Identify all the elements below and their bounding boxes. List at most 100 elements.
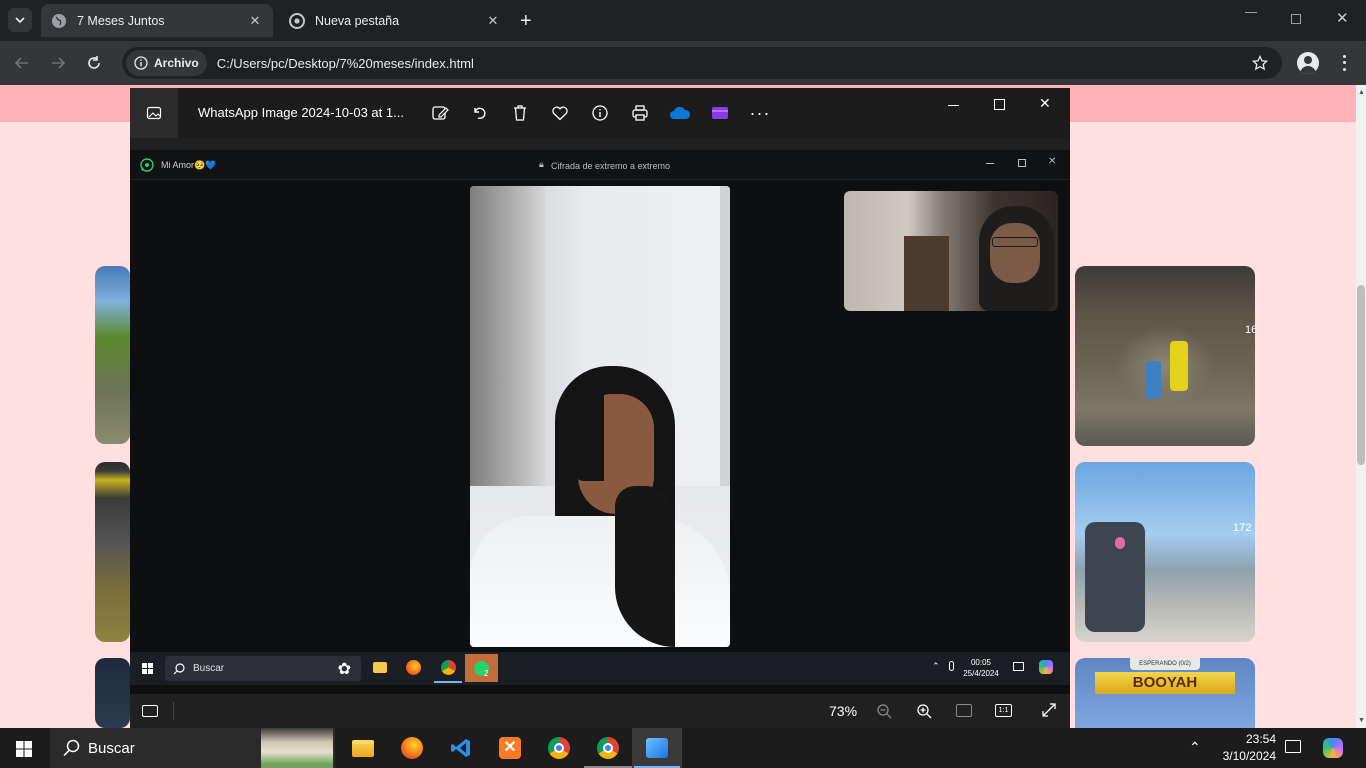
site-info-label: Archivo [154, 56, 199, 70]
ammo-count: 164 [1245, 324, 1255, 336]
taskbar-time: 23:54 [1245, 732, 1276, 746]
info-icon [134, 56, 148, 70]
url-text: C:/Users/pc/Desktop/7%20meses/index.html [216, 55, 474, 71]
zoom-in-icon[interactable] [916, 703, 932, 719]
rotate-icon[interactable] [468, 101, 492, 125]
file-explorer-icon[interactable] [343, 732, 383, 764]
inner-folder-icon [373, 662, 387, 673]
image-icon [146, 106, 162, 120]
zoom-out-icon[interactable] [876, 703, 892, 719]
delete-icon[interactable] [508, 101, 532, 125]
edit-image-icon[interactable] [428, 101, 452, 125]
more-options-icon[interactable]: ··· [748, 101, 772, 125]
photo-left-3[interactable] [95, 658, 130, 728]
viewer-maximize-button[interactable] [994, 99, 1005, 110]
chrome-icon-2[interactable] [588, 732, 628, 764]
wa-restore [1018, 159, 1026, 167]
reload-button[interactable] [82, 51, 106, 75]
photo-right-3[interactable]: ESPERANDO (0/2) BOOYAH [1075, 658, 1255, 728]
taskbar-clock[interactable]: 23:54 3/10/2024 [1206, 731, 1276, 765]
photo-left-2[interactable] [95, 462, 130, 642]
profile-avatar[interactable] [1297, 52, 1319, 74]
viewer-toolbar: WhatsApp Image 2024-10-03 at 1... ··· ✕ [130, 88, 1070, 138]
viewer-minimize-button[interactable] [948, 105, 959, 106]
restore-button[interactable] [1291, 14, 1301, 24]
photo-left-1[interactable] [95, 266, 130, 444]
tray-chevron-up-icon[interactable]: ⌃ [1189, 739, 1201, 756]
arrow-left-icon [14, 57, 28, 69]
new-tab-button[interactable]: + [520, 10, 532, 33]
whatsapp-titlebar: Mi Amor🥺💙 🔒︎ Cifrada de extremo a extrem… [130, 150, 1070, 180]
self-video [844, 191, 1058, 311]
lock-icon: 🔒︎ [539, 159, 544, 169]
main-video [470, 186, 730, 647]
photo-viewer-window: WhatsApp Image 2024-10-03 at 1... ··· ✕ … [130, 88, 1070, 728]
omnibox[interactable]: Archivo C:/Users/pc/Desktop/7%20meses/in… [122, 47, 1282, 79]
whatsapp-icon [140, 158, 154, 172]
viewer-status-bar: 73% 1:1 [130, 694, 1070, 728]
photo-right-1[interactable]: 164 [1075, 266, 1255, 446]
bookmark-star-icon[interactable] [1252, 55, 1268, 71]
xampp-icon[interactable]: ✕ [490, 732, 530, 764]
inner-tray-chevron-icon: ⌃ [932, 661, 940, 671]
tab-7-meses-juntos[interactable]: 7 Meses Juntos ✕ [41, 4, 273, 37]
site-info-chip[interactable]: Archivo [126, 50, 207, 76]
divider [173, 702, 174, 720]
firefox-icon[interactable] [392, 732, 432, 764]
notifications-icon[interactable] [1285, 740, 1301, 753]
taskbar-date: 3/10/2024 [1222, 749, 1276, 763]
search-icon [63, 739, 80, 757]
print-icon[interactable] [628, 101, 652, 125]
inner-date: 25/4/2024 [963, 669, 999, 678]
close-window-button[interactable]: ✕ [1336, 9, 1349, 27]
taskbar-search-box[interactable]: Buscar [50, 728, 335, 768]
gallery-button[interactable] [130, 88, 178, 138]
waiting-label: ESPERANDO (0/2) [1130, 658, 1200, 670]
viewer-close-button[interactable]: ✕ [1039, 95, 1051, 112]
photo-right-2[interactable]: 172 [1075, 462, 1255, 642]
close-tab-icon[interactable]: ✕ [485, 13, 501, 29]
vscode-icon[interactable] [441, 732, 481, 764]
windows-taskbar: Buscar ✕ ⌃ 23:54 3/10/2024 [0, 728, 1366, 768]
browser-tab-strip: 7 Meses Juntos ✕ Nueva pestaña ✕ + ✕ [0, 0, 1366, 41]
wa-minimize [986, 163, 994, 164]
favorite-icon[interactable] [548, 101, 572, 125]
close-tab-icon[interactable]: ✕ [247, 13, 263, 29]
zoom-level[interactable]: 73% [829, 703, 857, 719]
back-button[interactable] [10, 51, 34, 75]
viewer-title: WhatsApp Image 2024-10-03 at 1... [198, 105, 404, 120]
ammo-count: 172 [1233, 522, 1252, 534]
inner-active-indicator [434, 681, 462, 683]
tab-title: Nueva pestaña [315, 13, 400, 28]
wa-close: ✕ [1048, 156, 1057, 167]
fit-to-window-icon[interactable] [956, 704, 972, 717]
tab-nueva-pestana[interactable]: Nueva pestaña ✕ [279, 4, 511, 37]
windows-start-icon[interactable] [16, 741, 32, 757]
inner-whatsapp-app: 2 [465, 654, 498, 682]
filmstrip-icon[interactable] [142, 705, 158, 717]
clipchamp-icon[interactable] [708, 101, 732, 125]
reload-icon [88, 56, 100, 69]
inner-taskbar: Buscar ✿ 2 ⌃ 00:05 25/4/2024 [130, 652, 1070, 685]
minimize-button[interactable] [1245, 12, 1257, 13]
onedrive-icon[interactable] [668, 101, 692, 125]
copilot-icon[interactable] [1323, 738, 1343, 758]
actual-size-icon[interactable]: 1:1 [995, 704, 1012, 717]
taskbar-search-label: Buscar [88, 739, 135, 757]
scrollbar-thumb[interactable] [1357, 285, 1365, 465]
fullscreen-icon[interactable] [1041, 702, 1057, 718]
inner-mic-icon [949, 661, 954, 671]
forward-button[interactable] [46, 51, 70, 75]
contact-name: Mi Amor🥺💙 [161, 160, 217, 170]
info-icon[interactable] [588, 101, 612, 125]
inner-badge: 2 [484, 669, 489, 678]
tab-search-button[interactable] [8, 8, 32, 32]
inner-chrome-icon [441, 660, 456, 675]
photos-app-icon[interactable] [632, 728, 682, 768]
inner-windows-logo-icon [142, 663, 153, 674]
kebab-menu-icon[interactable] [1338, 53, 1350, 73]
inner-search-label: Buscar [193, 663, 225, 674]
whatsapp-call-screenshot: Mi Amor🥺💙 🔒︎ Cifrada de extremo a extrem… [130, 150, 1070, 694]
chrome-icon [289, 12, 305, 29]
chrome-icon[interactable] [539, 732, 579, 764]
